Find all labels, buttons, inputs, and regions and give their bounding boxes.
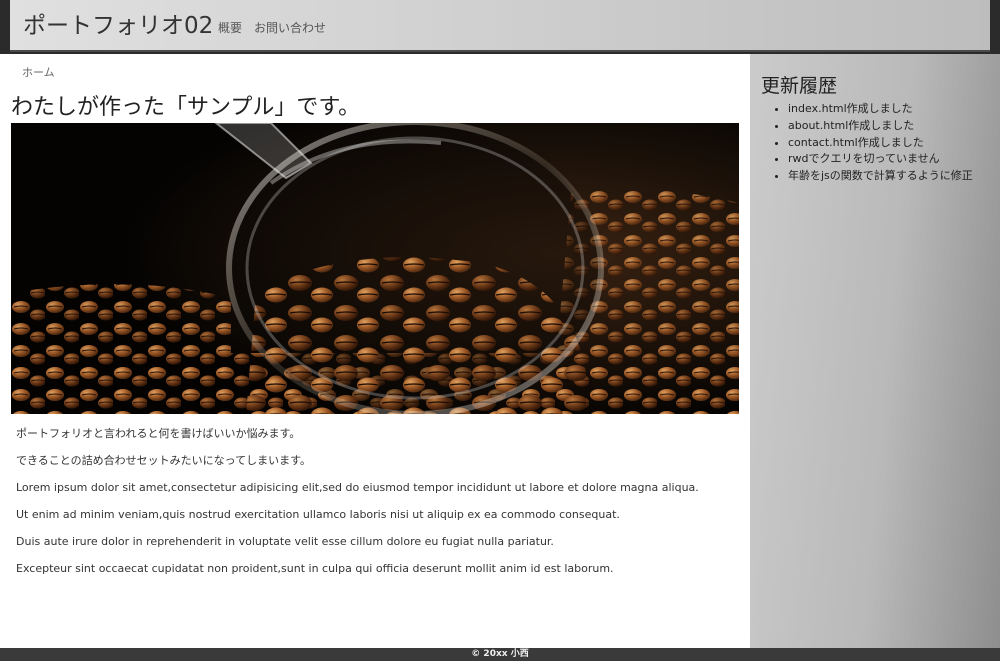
paragraph: ポートフォリオと言われると何を書けばいいか悩みます。 — [16, 427, 301, 440]
coffee-beans-image — [11, 123, 739, 414]
site-title[interactable]: ポートフォリオ02 — [23, 12, 213, 40]
list-item: 年齢をjsの関数で計算するように修正 — [788, 168, 973, 185]
hero-image — [11, 123, 739, 414]
nav-link-overview[interactable]: 概要 — [218, 19, 242, 36]
list-item: contact.html作成しました — [788, 135, 973, 152]
site-footer: © 20xx 小西 — [0, 648, 1000, 661]
paragraph: Duis aute irure dolor in reprehenderit i… — [16, 535, 554, 548]
paragraph: Ut enim ad minim veniam,quis nostrud exe… — [16, 508, 620, 521]
update-history-list: index.html作成しました about.html作成しました contac… — [770, 101, 973, 185]
main-nav: 概要 お問い合わせ — [218, 19, 326, 36]
main-content: ホーム わたしが作った「サンプル」です。 ポートフォリオと言われると何を書けばい… — [0, 54, 750, 648]
list-item: index.html作成しました — [788, 101, 973, 118]
paragraph: できることの詰め合わせセットみたいになってしまいます。 — [16, 454, 312, 467]
nav-link-contact[interactable]: お問い合わせ — [254, 19, 326, 36]
paragraph: Excepteur sint occaecat cupidatat non pr… — [16, 562, 614, 575]
sidebar-title: 更新履歴 — [761, 75, 838, 97]
list-item: rwdでクエリを切っていません — [788, 151, 973, 168]
list-item: about.html作成しました — [788, 118, 973, 135]
page: ポートフォリオ02 概要 お問い合わせ ホーム わたしが作った「サンプル」です。 — [0, 0, 1000, 661]
content-body: ポートフォリオと言われると何を書けばいいか悩みます。 できることの詰め合わせセッ… — [16, 427, 736, 589]
copyright-text: © 20xx 小西 — [471, 649, 529, 659]
site-header: ポートフォリオ02 概要 お問い合わせ — [10, 0, 990, 52]
page-title: わたしが作った「サンプル」です。 — [11, 95, 361, 120]
paragraph: Lorem ipsum dolor sit amet,consectetur a… — [16, 481, 699, 494]
sidebar: 更新履歴 index.html作成しました about.html作成しました c… — [750, 54, 1000, 648]
breadcrumb[interactable]: ホーム — [22, 64, 55, 80]
